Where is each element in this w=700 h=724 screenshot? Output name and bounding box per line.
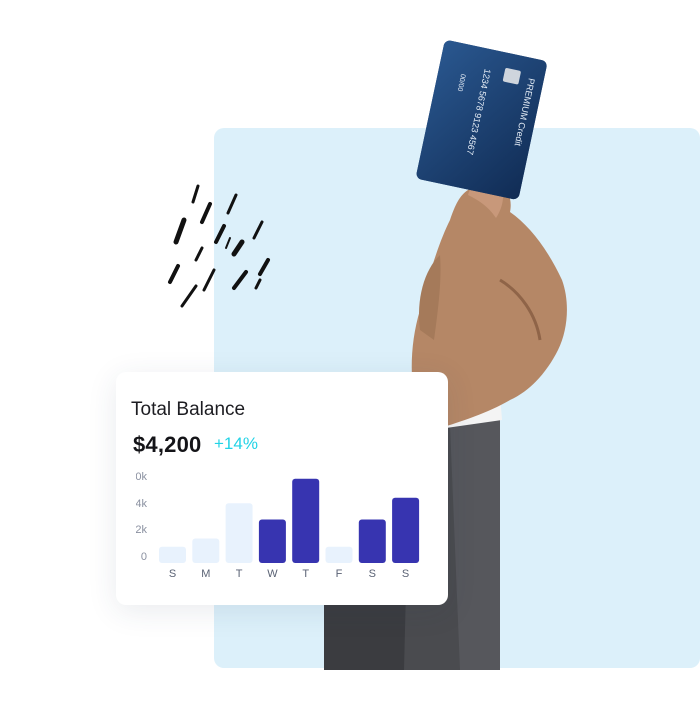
x-tick-label: S (169, 568, 176, 580)
balance-amount: $4,200 (133, 432, 202, 457)
balance-change-badge: +14% (214, 434, 258, 453)
x-tick-label: W (267, 568, 278, 580)
chart-bar (258, 519, 286, 563)
y-tick-label: 2k (136, 524, 147, 536)
y-tick-label: 10k (136, 471, 147, 483)
chart-bar (358, 519, 386, 563)
x-tick-label: M (201, 568, 210, 580)
chart-bar (392, 497, 420, 563)
x-tick-label: T (236, 568, 243, 580)
y-tick-label: 4k (136, 498, 147, 510)
chart-bar (159, 546, 186, 563)
x-tick-label: S (369, 568, 376, 580)
decorative-strokes (168, 184, 270, 308)
card-title: Total Balance (131, 399, 246, 420)
y-tick-label: 0 (141, 551, 147, 563)
balance-bar-chart: 10k 4k 2k 0 S M T W T F S S (136, 471, 420, 580)
chart-bar (225, 503, 253, 563)
total-balance-card: Total Balance $4,200 +14% 10k 4k 2k 0 S M T W T F… (116, 372, 448, 605)
x-tick-label: T (302, 568, 309, 580)
x-tick-label: S (402, 568, 409, 580)
chart-bar (325, 546, 353, 563)
chart-bar (192, 538, 220, 563)
x-tick-label: F (336, 568, 343, 580)
chart-bar (292, 478, 320, 563)
